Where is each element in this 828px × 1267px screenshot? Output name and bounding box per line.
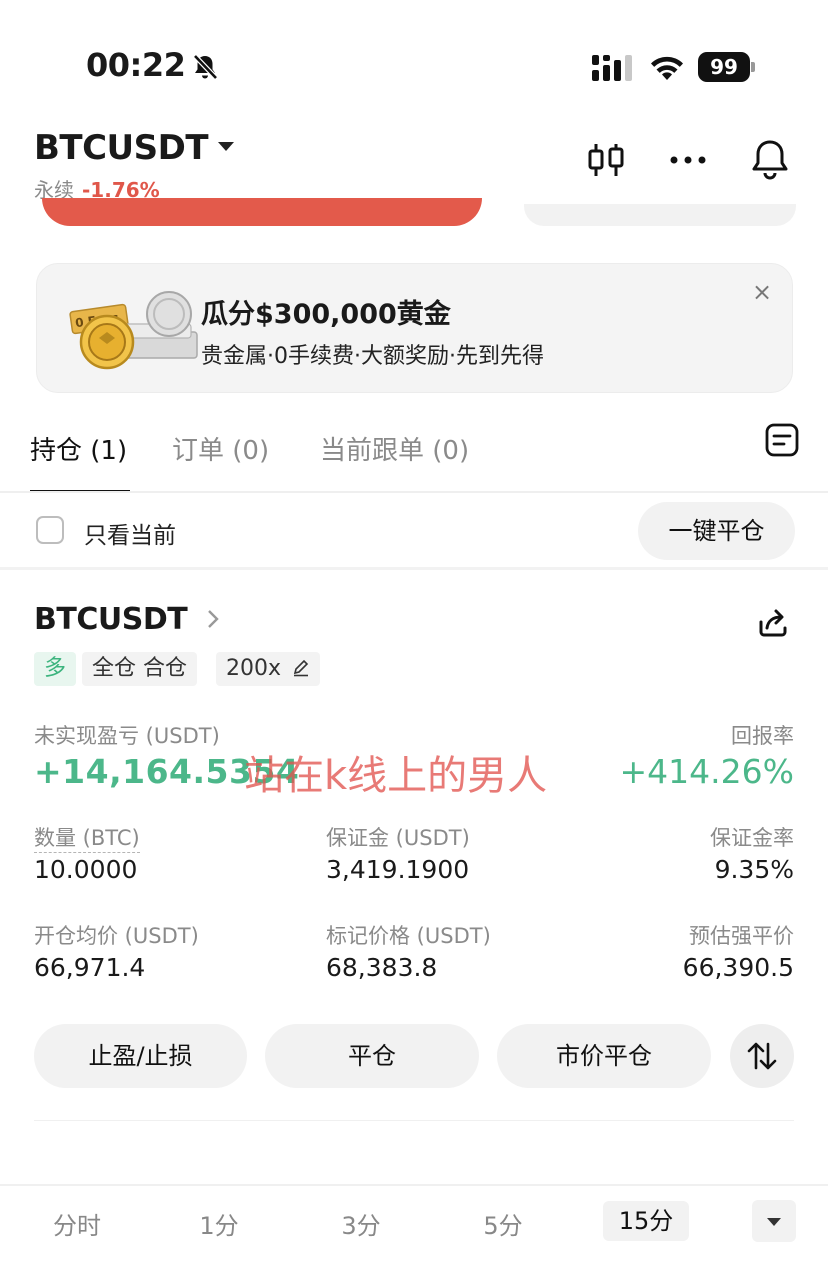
- wifi-icon: [651, 56, 683, 80]
- margin-ratio-value: 9.35%: [714, 855, 794, 884]
- tab-positions[interactable]: 持仓 (1): [30, 430, 127, 467]
- more-icon[interactable]: [666, 138, 710, 182]
- status-time: 00:22: [86, 46, 186, 84]
- swap-arrows-icon: [747, 1042, 777, 1070]
- only-current-label[interactable]: 只看当前: [84, 516, 176, 550]
- cellular-icon: [592, 55, 632, 81]
- mark-price-value: 68,383.8: [326, 953, 438, 982]
- market-close-button[interactable]: 市价平仓: [497, 1024, 711, 1088]
- gold-coins-illustration: 0 Fees: [69, 291, 198, 370]
- only-current-checkbox[interactable]: [36, 516, 64, 544]
- tp-sl-button[interactable]: 止盈/止损: [34, 1024, 247, 1088]
- quantity-label[interactable]: 数量 (BTC): [34, 822, 140, 853]
- watermark-text: 站在k线上的男人: [244, 753, 548, 799]
- chevron-right-icon[interactable]: [206, 608, 220, 630]
- close-all-button[interactable]: 一键平仓: [638, 502, 795, 560]
- mark-price-label: 标记价格 (USDT): [326, 924, 491, 948]
- candlestick-icon[interactable]: [584, 138, 628, 182]
- tab-orders[interactable]: 订单 (0): [172, 430, 269, 467]
- roe-value: +414.26%: [619, 752, 794, 791]
- battery-level: 99: [698, 52, 750, 82]
- leverage-badge[interactable]: 200x: [216, 652, 321, 686]
- share-icon[interactable]: [755, 604, 791, 640]
- liq-price-value: 66,390.5: [682, 953, 794, 982]
- promo-banner[interactable]: 0 Fees 瓜分$300,000黄金 贵金属·0手续费·大额奖励·先到先得 ×: [36, 263, 793, 393]
- section-divider: [0, 567, 828, 570]
- partial-panel: [524, 204, 796, 226]
- quantity-value: 10.0000: [34, 855, 138, 884]
- tabs-divider: [0, 491, 828, 493]
- chart-divider: [0, 1184, 828, 1186]
- leverage-value: 200x: [226, 656, 282, 681]
- chevron-down-icon[interactable]: [218, 142, 234, 151]
- sell-button-partial[interactable]: [42, 198, 482, 226]
- timeframe-3m[interactable]: 3分: [326, 1206, 396, 1241]
- banner-title: 瓜分$300,000黄金: [201, 299, 451, 330]
- status-bar: 00:22 99: [0, 0, 828, 120]
- timeframe-15m[interactable]: 15分: [603, 1201, 689, 1241]
- bell-icon[interactable]: [748, 138, 792, 182]
- position-symbol[interactable]: BTCUSDT: [34, 602, 188, 637]
- roe-label: 回报率: [731, 724, 794, 748]
- order-history-icon[interactable]: [764, 422, 800, 458]
- card-divider: [34, 1120, 794, 1121]
- battery-icon: 99: [698, 52, 756, 82]
- close-position-button[interactable]: 平仓: [265, 1024, 479, 1088]
- timeframe-tick[interactable]: 分时: [42, 1206, 112, 1241]
- timeframe-1m[interactable]: 1分: [184, 1206, 254, 1241]
- symbol-selector[interactable]: BTCUSDT: [34, 128, 209, 168]
- margin-ratio-label: 保证金率: [710, 826, 794, 850]
- timeframe-dropdown[interactable]: [752, 1200, 796, 1242]
- timeframe-5m[interactable]: 5分: [468, 1206, 538, 1241]
- close-icon[interactable]: ×: [750, 280, 774, 304]
- pnl-label: 未实现盈亏 (USDT): [34, 724, 220, 748]
- edit-icon[interactable]: [292, 659, 310, 677]
- chevron-down-icon: [767, 1218, 781, 1226]
- margin-value: 3,419.1900: [326, 855, 470, 884]
- reverse-position-button[interactable]: [730, 1024, 794, 1088]
- margin-label: 保证金 (USDT): [326, 826, 470, 850]
- entry-price-label: 开仓均价 (USDT): [34, 924, 199, 948]
- bell-off-icon: [193, 54, 218, 80]
- margin-mode-badge: 全仓 合仓: [82, 652, 197, 686]
- banner-subtitle: 贵金属·0手续费·大额奖励·先到先得: [201, 344, 544, 369]
- entry-price-value: 66,971.4: [34, 953, 146, 982]
- position-tabs: 持仓 (1) 订单 (0) 当前跟单 (0): [0, 420, 828, 493]
- side-badge: 多: [34, 652, 77, 686]
- liq-price-label: 预估强平价: [689, 924, 794, 948]
- tab-copy-orders[interactable]: 当前跟单 (0): [320, 430, 469, 467]
